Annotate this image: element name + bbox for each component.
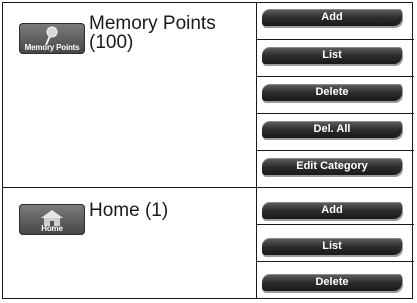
home-house-icon[interactable]: Home [19, 204, 85, 235]
memory-points-list-button[interactable]: List [262, 47, 402, 64]
row-divider [257, 39, 414, 40]
row-divider [257, 113, 414, 114]
home-add-button[interactable]: Add [262, 202, 402, 219]
category-divider [3, 187, 412, 188]
home-list-button[interactable]: List [262, 238, 402, 255]
home-delete-button[interactable]: Delete [262, 274, 402, 291]
row-divider [257, 224, 414, 225]
memory-points-delete-all-button[interactable]: Del. All [262, 121, 402, 138]
memory-points-pin-icon[interactable]: Memory Points [19, 23, 85, 54]
home-label: Home (1) [89, 200, 169, 221]
edit-category-button[interactable]: Edit Category [262, 158, 402, 175]
row-divider [257, 261, 414, 262]
row-divider [257, 76, 414, 77]
memory-points-icon-caption: Memory Points [24, 43, 80, 52]
memory-points-delete-button[interactable]: Delete [262, 84, 402, 101]
memory-points-label: Memory Points (100) [89, 13, 216, 53]
memory-points-add-button[interactable]: Add [262, 9, 402, 26]
row-divider [257, 150, 414, 151]
home-icon-caption: Home [41, 224, 63, 233]
